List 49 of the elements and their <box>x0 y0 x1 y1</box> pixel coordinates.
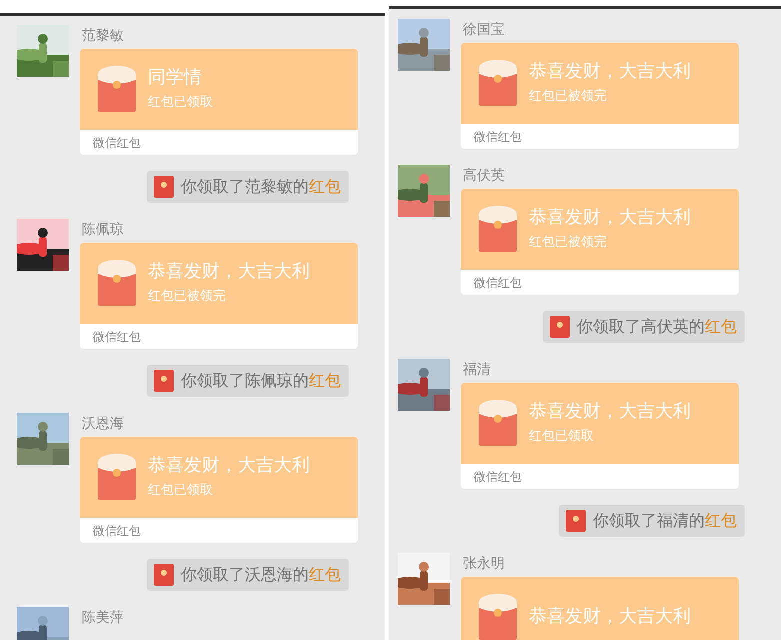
packet-greeting: 同学情 <box>148 67 203 89</box>
notice-text: 你领取了沃恩海的红包 <box>181 564 341 586</box>
envelope-icon <box>154 370 174 392</box>
envelope-icon <box>98 260 136 306</box>
gift-packet-card[interactable]: 恭喜发财，大吉大利 红包已被领完 微信红包 <box>80 243 358 349</box>
packet-greeting: 恭喜发财，大吉大利 <box>529 606 691 628</box>
sender-name: 陈佩琼 <box>82 221 125 239</box>
envelope-icon <box>98 66 136 112</box>
sender-name: 陈美萍 <box>82 609 124 627</box>
gift-packet-card[interactable]: 恭喜发财，大吉大利 红包已被领完 微信红包 <box>461 189 739 295</box>
packet-status: 红包已被领完 <box>148 289 227 305</box>
envelope-icon <box>550 316 570 338</box>
packet-status: 红包已被领完 <box>529 235 608 251</box>
notice-text: 你领取了高伏英的红包 <box>577 316 737 338</box>
packet-link[interactable]: 红包 <box>705 317 737 336</box>
notice-text: 你领取了范黎敏的红包 <box>181 176 341 198</box>
envelope-icon <box>479 594 517 640</box>
envelope-icon <box>154 564 174 586</box>
gift-packet-card[interactable]: 恭喜发财，大吉大利 红包已领取 微信红包 <box>461 383 739 489</box>
envelope-icon <box>479 400 517 446</box>
packet-greeting: 恭喜发财，大吉大利 <box>529 401 691 423</box>
sender-name: 沃恩海 <box>82 415 125 433</box>
packet-link[interactable]: 红包 <box>309 177 341 196</box>
packet-link[interactable]: 红包 <box>309 565 341 584</box>
envelope-icon <box>98 454 136 500</box>
packet-greeting: 恭喜发财，大吉大利 <box>529 61 691 83</box>
packet-greeting: 恭喜发财，大吉大利 <box>148 455 310 477</box>
packet-greeting: 恭喜发财，大吉大利 <box>529 207 691 229</box>
packet-link[interactable]: 红包 <box>309 371 341 390</box>
sender-name: 高伏英 <box>463 167 506 185</box>
sender-name: 范黎敏 <box>82 27 125 45</box>
envelope-icon <box>566 510 586 532</box>
notice-text: 你领取了福清的红包 <box>593 510 737 532</box>
notice-text: 你领取了陈佩琼的红包 <box>181 370 341 392</box>
sender-name: 张永明 <box>463 555 506 573</box>
packet-status: 红包已领取 <box>148 483 214 499</box>
envelope-icon <box>154 176 174 198</box>
packet-link[interactable]: 红包 <box>705 511 737 530</box>
envelope-icon <box>479 60 517 106</box>
packet-status: 红包已领取 <box>529 429 595 445</box>
sender-name: 福清 <box>463 361 492 379</box>
packet-greeting: 恭喜发财，大吉大利 <box>148 261 310 283</box>
gift-packet-card[interactable]: 恭喜发财，大吉大利 红包已被领完 微信红包 <box>461 43 739 149</box>
packet-status: 红包已被领完 <box>529 89 608 105</box>
gift-packet-card[interactable]: 同学情 红包已领取 微信红包 <box>80 49 358 155</box>
sender-name: 徐国宝 <box>463 21 506 39</box>
gift-packet-card[interactable]: 恭喜发财，大吉大利 红包已领取 微信红包 <box>80 437 358 543</box>
packet-status: 红包已领取 <box>148 95 213 111</box>
envelope-icon <box>479 206 517 252</box>
